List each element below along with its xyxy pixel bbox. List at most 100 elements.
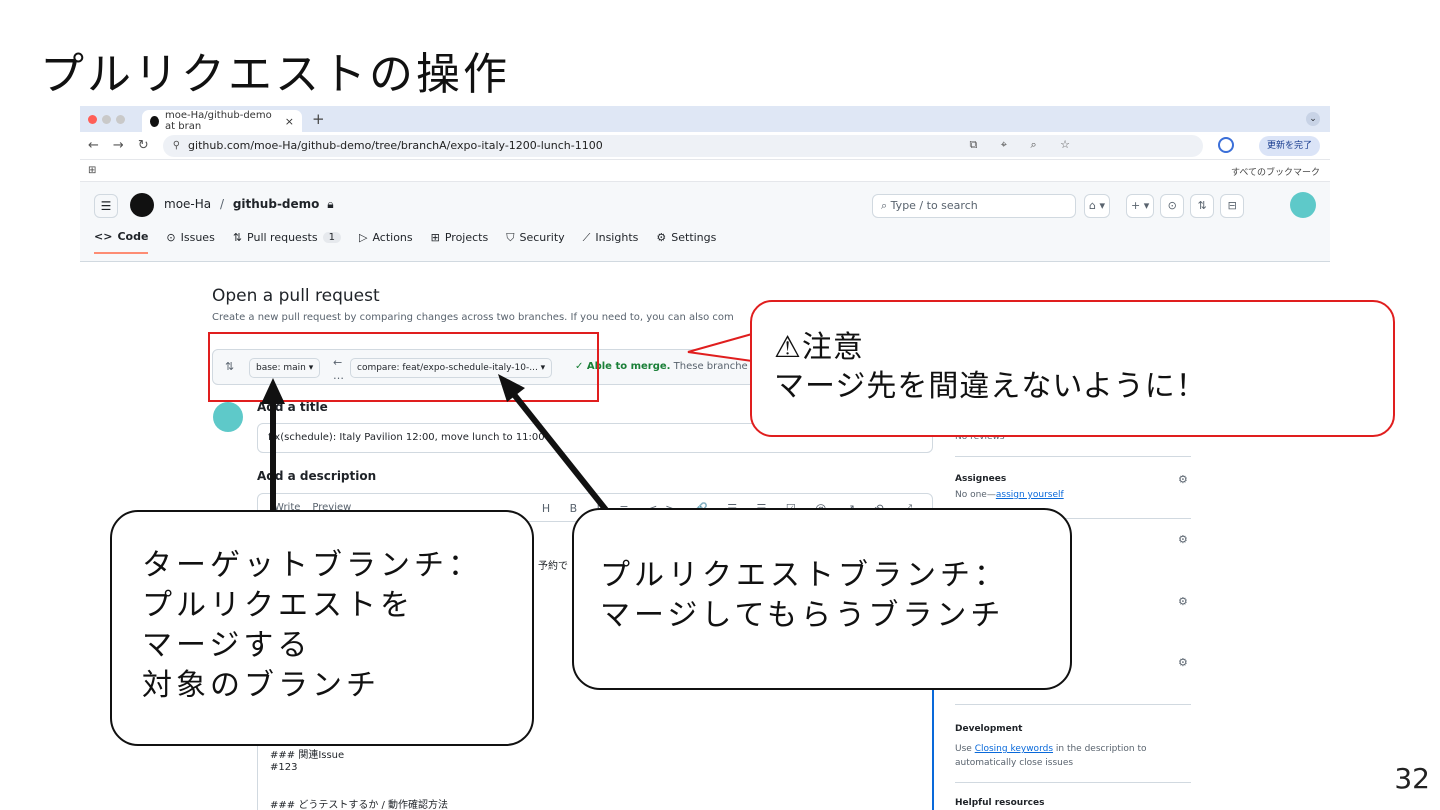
browser-tab[interactable]: moe-Ha/github-demo at bran × [142,110,302,132]
assignees-text: No one— [955,490,996,500]
search-icon: ⌕ [881,199,891,212]
page-number: 32 [1394,762,1430,795]
copilot-icon[interactable]: ⌂ ▾ [1084,194,1111,218]
pull-request-count-badge: 1 [322,232,341,243]
warning-callout: ⚠注意 マージ先を間違えないように！ [750,300,1395,437]
zoom-window-icon[interactable] [116,114,125,124]
address-bar-row: ← → ↻ ⚲ github.com/moe-Ha/github-demo/tr… [80,132,1330,160]
tab-label: Code [117,230,149,243]
milestone-gear-icon[interactable]: ⚙ [1178,656,1188,669]
merge-status: ✓ Able to merge. These branche [575,361,748,372]
github-favicon-icon [150,115,160,127]
repo-owner-link[interactable]: moe-Ha [164,197,211,211]
issue-icon: ⊙ [166,231,176,244]
closing-keywords-link[interactable]: Closing keywords [975,744,1053,754]
github-header: ☰ moe-Ha / github-demo 🔒︎ ⌕ Type / to se… [80,182,1330,262]
description-related-heading: ### 関連Issue [270,750,345,761]
repo-breadcrumb: moe-Ha / github-demo 🔒︎ [164,197,334,212]
assignees-gear-icon[interactable]: ⚙ [1178,473,1188,486]
pull-requests-icon[interactable]: ⇅ [1190,194,1215,218]
tab-pull-requests[interactable]: ⇅ Pull requests 1 [233,230,341,254]
close-window-icon[interactable] [88,114,97,124]
tab-security[interactable]: ⛉ Security [506,230,564,254]
tab-label: Projects [444,231,489,244]
pr-note-line-1: プルリクエストブランチ： [600,558,1008,593]
pr-description: Create a new pull request by comparing c… [212,312,734,323]
new-tab-button[interactable]: + [312,110,325,128]
issues-icon[interactable]: ⊙ [1160,194,1185,218]
shield-icon: ⛉ [506,230,515,244]
warning-line-1: ⚠注意 [774,330,864,365]
labels-gear-icon[interactable]: ⚙ [1178,533,1188,546]
description-test-heading: ### どうテストするか / 動作確認方法 [270,800,449,810]
sidebar-divider [955,704,1191,705]
user-avatar[interactable] [1290,192,1316,218]
assign-yourself-link[interactable]: assign yourself [996,490,1064,500]
apps-grid-icon[interactable]: ⊞ [88,165,96,176]
development-pre: Use [955,744,975,754]
site-info-icon[interactable]: ⚲ [173,140,180,151]
update-button[interactable]: 更新を完了 [1258,136,1320,156]
pr-heading: Open a pull request [212,286,380,306]
merge-status-rest: These branche [673,361,748,372]
author-avatar [213,402,243,432]
sidebar-divider [955,456,1191,457]
assignees-heading: Assignees [955,474,1007,484]
helpful-resources-section: Helpful resources [955,798,1044,810]
tab-label: Issues [180,231,215,244]
assignees-section: Assignees No one—assign yourself [955,474,1064,500]
development-heading: Development [955,724,1023,734]
inbox-icon[interactable]: ⊟ [1220,194,1245,218]
breadcrumb-separator: / [219,197,224,211]
tab-label: Settings [671,231,717,244]
pr-branch-note: プルリクエストブランチ： マージしてもらうブランチ [572,508,1072,690]
create-new-icon[interactable]: + ▾ [1126,194,1155,218]
minimize-window-icon[interactable] [102,114,111,124]
all-bookmarks-link[interactable]: すべてのブックマーク [1231,165,1320,178]
url-text: github.com/moe-Ha/github-demo/tree/branc… [188,139,603,152]
tab-list-chevron-icon[interactable]: ⌄ [1306,112,1320,126]
browser-tab-bar: moe-Ha/github-demo at bran × + ⌄ [80,106,1330,132]
development-section: Development Use Closing keywords in the … [955,722,1185,770]
code-icon: <> [94,230,113,243]
tab-issues[interactable]: ⊙ Issues [166,230,214,254]
add-description-label: Add a description [257,469,377,483]
helpful-resources-heading: Helpful resources [955,798,1045,808]
repo-nav: <> Code ⊙ Issues ⇅ Pull requests 1 ▷ Actions … [94,230,716,254]
gear-icon: ⚙ [656,231,667,244]
back-arrow-icon[interactable]: ← [88,138,99,153]
description-related-issue: #123 [270,762,298,773]
target-note-line-3: マージする [142,628,312,663]
pr-note-line-2: マージしてもらうブランチ [600,598,1005,633]
target-note-line-4: 対象のブランチ [142,668,380,703]
address-bar-action-icons[interactable]: ⧉ ⌖ ⌕ ☆ [969,138,1080,152]
play-icon: ▷ [358,231,368,244]
description-text-fragment: 予約で [538,561,568,572]
reload-icon[interactable]: ↻ [138,138,149,153]
forward-arrow-icon[interactable]: → [113,138,124,153]
target-note-line-2: プルリクエストを [142,588,414,623]
graph-icon: ⟋ [582,230,591,244]
sidebar-divider [955,782,1191,783]
tab-projects[interactable]: ⊞ Projects [431,230,489,254]
branch-highlight-box [208,332,599,402]
tab-label: Security [519,231,565,244]
menu-icon[interactable]: ☰ [94,194,118,218]
github-logo-icon[interactable] [130,193,154,217]
tab-label: Pull requests [247,231,318,244]
table-icon: ⊞ [430,231,440,244]
search-input[interactable]: ⌕ Type / to search [872,194,1076,218]
projects-gear-icon[interactable]: ⚙ [1178,595,1188,608]
pull-request-icon: ⇅ [232,231,243,244]
tab-close-icon[interactable]: × [285,115,294,128]
target-note-line-1: ターゲットブランチ： [142,548,482,583]
tab-settings[interactable]: ⚙ Settings [656,230,716,254]
warning-line-2: マージ先を間違えないように！ [774,369,1207,404]
bookmarks-bar: ⊞ すべてのブックマーク [80,160,1330,182]
tab-insights[interactable]: ⟋ Insights [583,230,639,254]
tab-actions[interactable]: ▷ Actions [359,230,413,254]
tab-label: Insights [595,231,639,244]
profile-icon[interactable] [1218,137,1234,153]
repo-name-link[interactable]: github-demo [233,197,320,211]
tab-code[interactable]: <> Code [94,230,149,254]
